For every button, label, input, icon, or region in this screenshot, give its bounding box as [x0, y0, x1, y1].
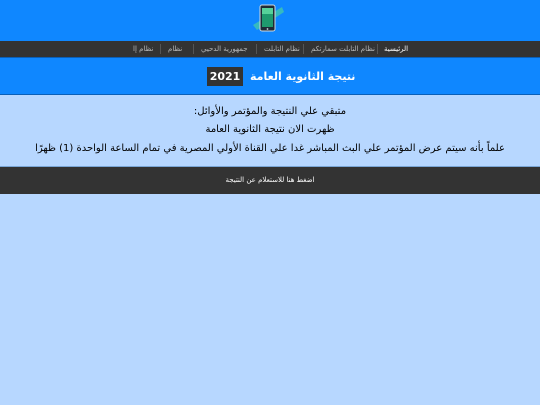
nav-divider — [193, 44, 194, 54]
nav-item-system-2[interactable]: نظام إا — [133, 41, 153, 57]
main-nav: الرئيسية نظام التابلت سمارتكم نظام التاب… — [0, 41, 540, 57]
nav-item-system[interactable]: نظام — [168, 41, 182, 57]
check-result-link[interactable]: اضغط هنا للاستعلام عن النتيجة — [0, 167, 540, 194]
tablet-logo-icon[interactable] — [251, 3, 284, 35]
nav-divider — [160, 44, 161, 54]
announcement-line-2: ظهرت الان نتيجة الثانوية العامة — [205, 124, 335, 135]
nav-divider — [303, 44, 304, 54]
top-header — [0, 0, 540, 41]
year-badge: 2021 — [207, 67, 243, 86]
page-title: نتيجة الثانوية العامة — [250, 70, 356, 83]
announcement-panel: متبقي علي النتيجة والمؤتمر والأوائل: ظهر… — [0, 95, 540, 167]
nav-item-tablet-smart[interactable]: نظام التابلت سمارتكم — [311, 41, 375, 57]
nav-item-home[interactable]: الرئيسية — [384, 41, 408, 57]
announcement-line-1: متبقي علي النتيجة والمؤتمر والأوائل: — [193, 106, 347, 117]
nav-divider — [256, 44, 257, 54]
cta-bar: اضغط هنا للاستعلام عن النتيجة — [0, 167, 540, 194]
announcement-line-3: علماً بأنه سيتم عرض المؤتمر علي البث الم… — [35, 143, 505, 154]
nav-item-tablet[interactable]: نظام التابلت — [264, 41, 300, 57]
title-bar: 2021 نتيجة الثانوية العامة — [0, 57, 540, 95]
nav-divider — [377, 44, 378, 54]
nav-item-republic[interactable]: جمهورية الدحيي — [201, 41, 248, 57]
